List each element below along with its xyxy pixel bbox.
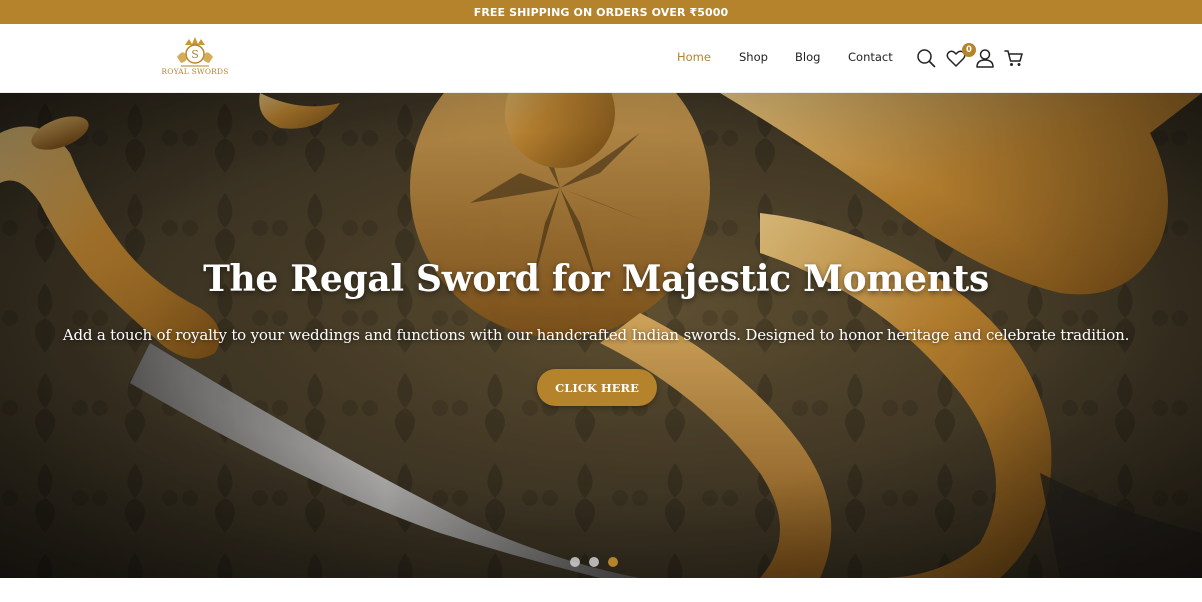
cart-button[interactable] xyxy=(1003,47,1025,69)
announcement-text: FREE SHIPPING ON ORDERS OVER ₹5000 xyxy=(473,5,729,19)
hero-cta-button[interactable]: CLICK HERE xyxy=(537,369,657,406)
slider-dots xyxy=(570,557,618,567)
nav-item-contact[interactable]: Contact xyxy=(848,50,893,64)
nav-item-blog[interactable]: Blog xyxy=(795,50,820,64)
search-icon xyxy=(917,49,936,68)
user-icon xyxy=(976,49,994,68)
cart-icon xyxy=(1004,50,1023,66)
nav-item-home[interactable]: Home xyxy=(677,50,711,64)
crown-logo-icon: S xyxy=(177,37,213,67)
nav-item-shop[interactable]: Shop xyxy=(739,50,768,64)
logo-text: ROYAL SWORDS xyxy=(161,67,229,76)
hero-subtitle: Add a touch of royalty to your weddings … xyxy=(62,326,1130,344)
search-button[interactable] xyxy=(915,47,937,69)
hero-banner: The Regal Sword for Majestic Moments Add… xyxy=(0,93,1202,578)
slider-dot-3[interactable] xyxy=(608,557,618,567)
account-button[interactable] xyxy=(974,47,996,69)
hero-title: The Regal Sword for Majestic Moments xyxy=(203,258,989,300)
site-header: S ROYAL SWORDS Home Shop Blog Contact 0 xyxy=(0,24,1202,93)
logo-monogram: S xyxy=(191,48,199,61)
announcement-bar: FREE SHIPPING ON ORDERS OVER ₹5000 xyxy=(0,0,1202,24)
site-logo[interactable]: S ROYAL SWORDS xyxy=(158,35,232,81)
slider-dot-1[interactable] xyxy=(570,557,580,567)
slider-dot-2[interactable] xyxy=(589,557,599,567)
